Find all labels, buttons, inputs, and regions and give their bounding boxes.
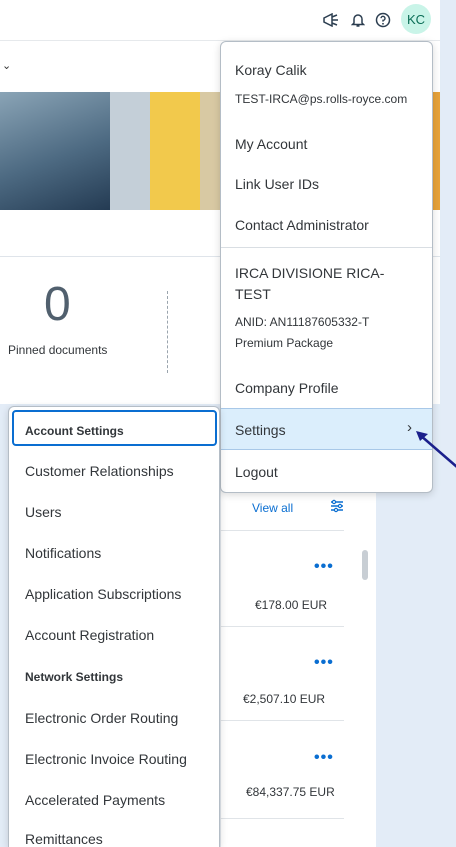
logout-menu-item[interactable]: Logout	[235, 464, 278, 480]
chevron-down-icon[interactable]: ⌄	[2, 59, 11, 72]
more-icon[interactable]: •••	[314, 558, 334, 576]
link-user-ids-menu-item[interactable]: Link User IDs	[235, 176, 319, 192]
electronic-order-routing-menu-item[interactable]: Electronic Order Routing	[25, 710, 178, 726]
megaphone-icon[interactable]	[320, 9, 342, 31]
remittances-menu-item[interactable]: Remittances	[25, 831, 103, 847]
row-amount: €2,507.10 EUR	[243, 692, 326, 706]
pinned-label: Pinned documents	[8, 343, 108, 357]
account-registration-menu-item[interactable]: Account Registration	[25, 627, 154, 643]
user-name: Koray Calik	[235, 62, 307, 78]
more-icon[interactable]: •••	[314, 654, 334, 672]
company-name-line1: IRCA DIVISIONE RICA-	[235, 265, 385, 281]
top-bar: KC	[0, 0, 440, 40]
row-divider	[220, 720, 344, 721]
application-subscriptions-menu-item[interactable]: Application Subscriptions	[25, 586, 181, 602]
company-name-line2: TEST	[235, 286, 271, 302]
customer-relationships-menu-item[interactable]: Customer Relationships	[25, 463, 174, 479]
settings-menu-item[interactable]: Settings ›	[221, 408, 432, 450]
row-divider	[220, 626, 344, 627]
package-label: Premium Package	[235, 336, 334, 350]
my-account-menu-item[interactable]: My Account	[235, 136, 307, 152]
users-menu-item[interactable]: Users	[25, 504, 62, 520]
electronic-invoice-routing-menu-item[interactable]: Electronic Invoice Routing	[25, 751, 187, 767]
row-amount: €178.00 EUR	[255, 598, 328, 612]
help-icon[interactable]	[372, 9, 394, 31]
filter-icon[interactable]	[330, 499, 344, 516]
chevron-right-icon: ›	[407, 419, 412, 436]
account-settings-heading[interactable]: Account Settings	[25, 424, 124, 438]
settings-label: Settings	[235, 422, 286, 438]
contact-administrator-menu-item[interactable]: Contact Administrator	[235, 217, 369, 233]
more-icon[interactable]: •••	[314, 749, 334, 767]
menu-divider	[221, 247, 432, 248]
annotation-arrow-icon	[416, 431, 456, 468]
row-divider	[220, 530, 344, 531]
settings-submenu: Account Settings Customer Relationships …	[8, 406, 220, 847]
user-menu-dropdown: Koray Calik TEST-IRCA@ps.rolls-royce.com…	[220, 41, 433, 493]
divider	[167, 291, 168, 373]
pinned-count: 0	[44, 278, 71, 331]
anid-label: ANID: AN11187605332-T	[235, 315, 370, 329]
network-settings-heading: Network Settings	[25, 670, 124, 684]
accelerated-payments-menu-item[interactable]: Accelerated Payments	[25, 792, 165, 808]
scrollbar[interactable]	[362, 550, 368, 580]
row-divider	[220, 818, 344, 819]
view-all-link[interactable]: View all	[252, 501, 293, 515]
row-amount: €84,337.75 EUR	[246, 785, 335, 799]
company-profile-menu-item[interactable]: Company Profile	[235, 380, 339, 396]
bell-icon[interactable]	[347, 9, 369, 31]
notifications-menu-item[interactable]: Notifications	[25, 545, 101, 561]
user-email: TEST-IRCA@ps.rolls-royce.com	[235, 92, 408, 106]
user-avatar[interactable]: KC	[401, 4, 431, 34]
